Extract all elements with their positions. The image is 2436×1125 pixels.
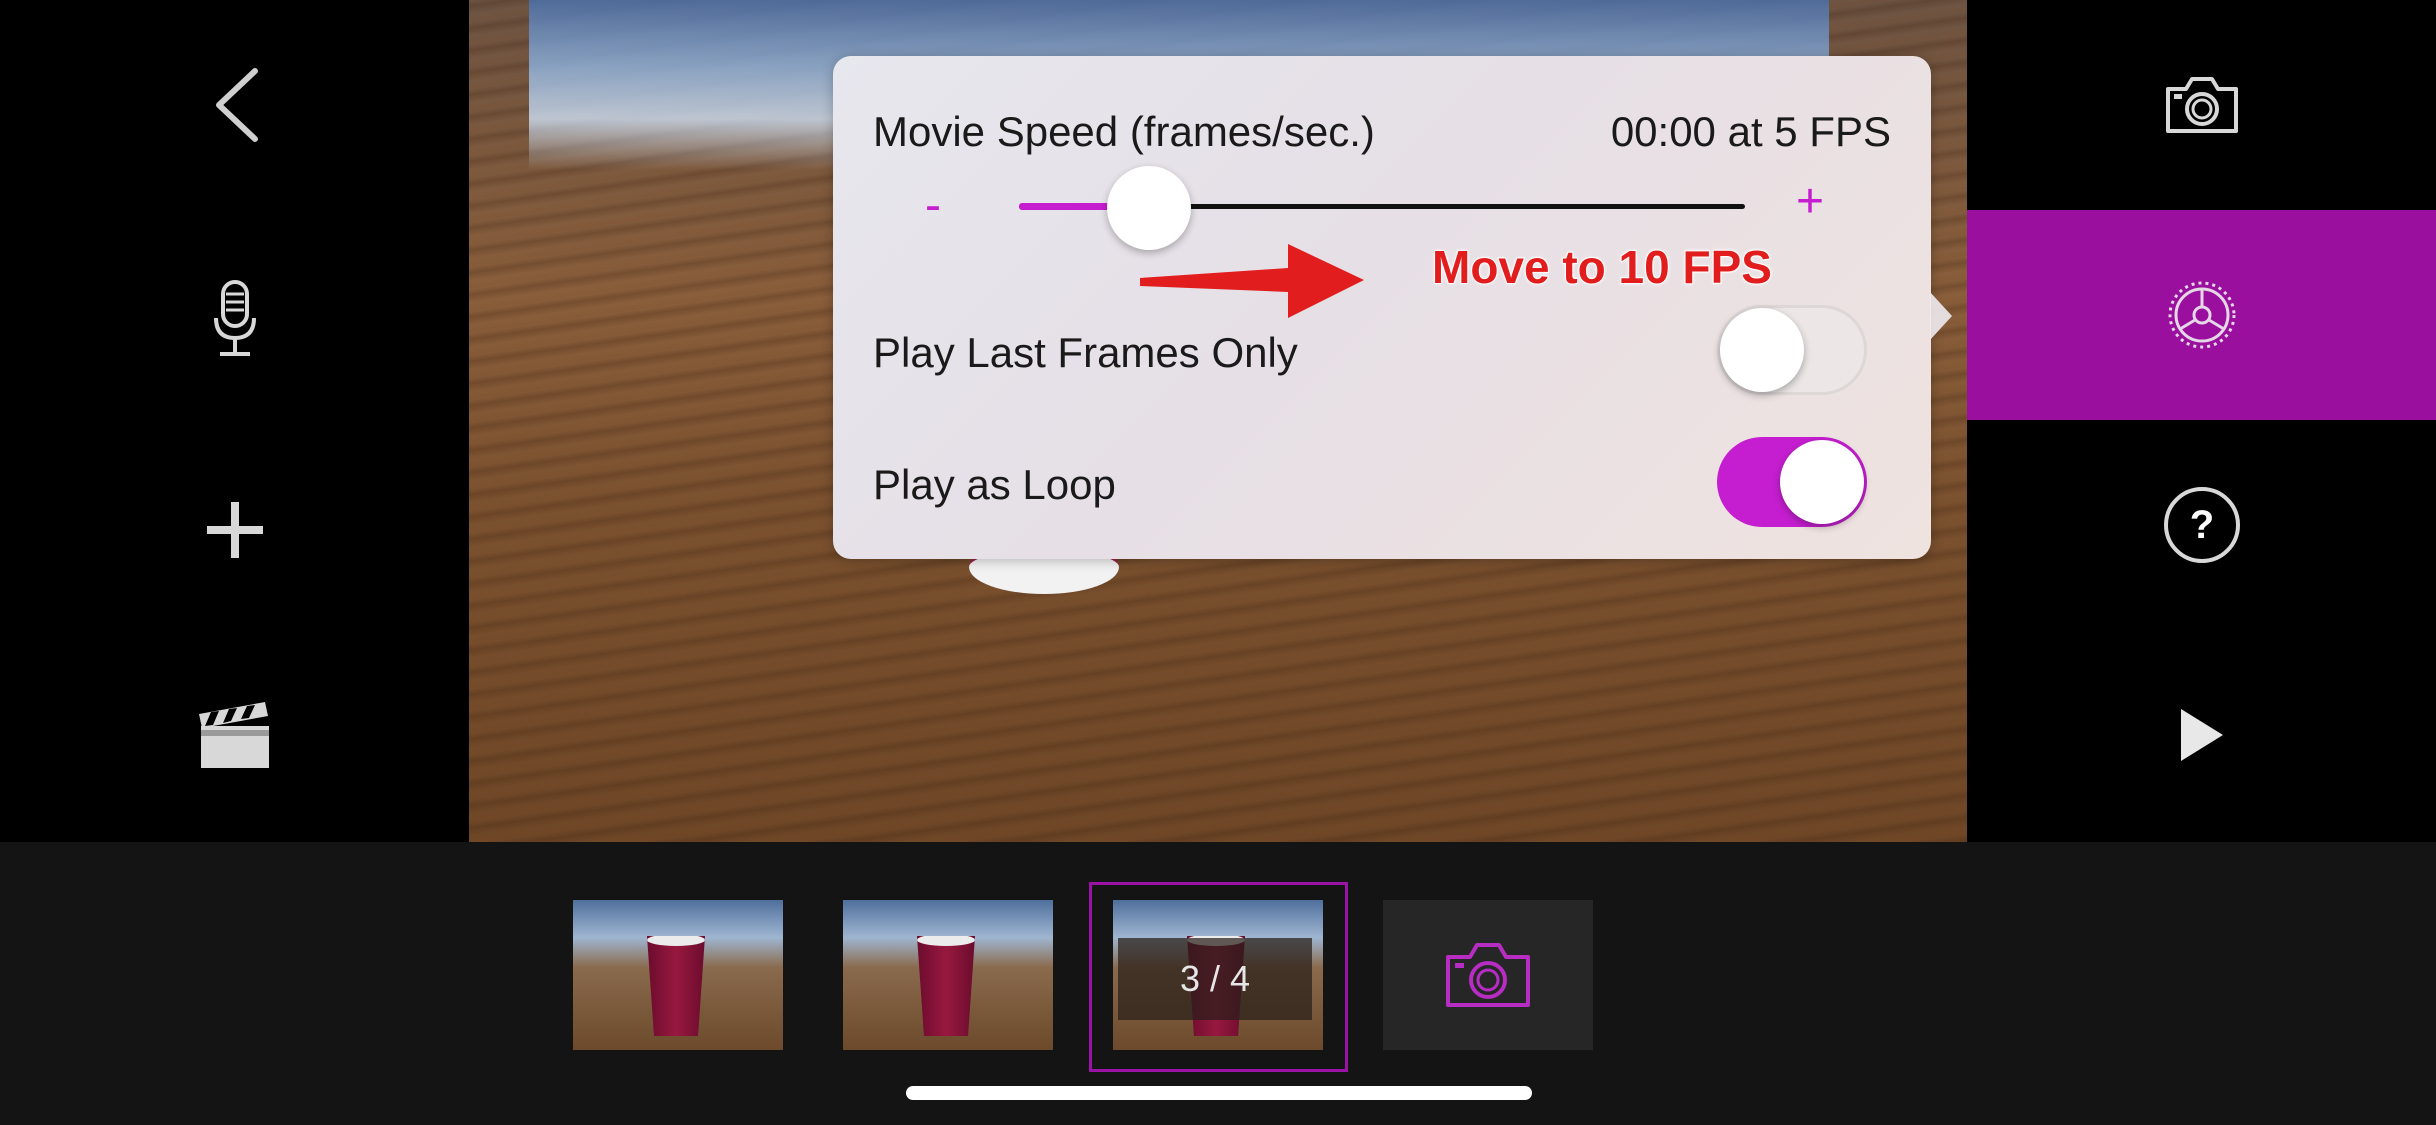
movie-speed-label: Movie Speed (frames/sec.) — [873, 108, 1375, 155]
cup-image — [917, 936, 975, 1036]
settings-panel: Movie Speed (frames/sec.) 00:00 at 5 FPS… — [833, 56, 1931, 559]
home-indicator[interactable] — [906, 1086, 1532, 1100]
clapperboard-icon — [199, 702, 269, 768]
camera-icon — [1446, 943, 1530, 1007]
camera-icon — [2166, 77, 2238, 133]
play-button[interactable] — [2132, 685, 2272, 785]
toggle-knob — [1720, 308, 1804, 392]
loop-label: Play as Loop — [873, 461, 1116, 508]
annotation-arrow — [1140, 244, 1364, 318]
help-glyph: ? — [2189, 502, 2215, 547]
annotation-text: Move to 10 FPS — [1431, 240, 1773, 294]
frame-thumbnail-2[interactable] — [843, 900, 1053, 1050]
frame-counter: 3 / 4 — [1118, 938, 1312, 1020]
settings-icon-wrap — [1967, 210, 2436, 420]
last-frames-toggle[interactable] — [1717, 305, 1867, 395]
frame-thumbnail-1[interactable] — [573, 900, 783, 1050]
speed-increase-button[interactable]: + — [1796, 174, 1824, 229]
microphone-icon — [214, 280, 256, 356]
plus-icon — [207, 502, 263, 558]
last-frames-label: Play Last Frames Only — [873, 329, 1298, 376]
play-icon — [2181, 709, 2223, 761]
settings-pointer — [1930, 292, 1952, 340]
add-frame-button[interactable] — [190, 485, 280, 575]
clapperboard-button[interactable] — [185, 690, 285, 780]
cup-image — [647, 936, 705, 1036]
settings-tab-active[interactable] — [1967, 210, 2436, 420]
new-frame-camera-tile[interactable] — [1383, 900, 1593, 1050]
speed-decrease-button[interactable]: - — [925, 178, 941, 233]
help-button[interactable]: ? — [2132, 475, 2272, 575]
toggle-knob — [1780, 440, 1864, 524]
back-button[interactable] — [196, 60, 276, 150]
right-toolbar: ? — [1967, 0, 2436, 842]
loop-toggle[interactable] — [1717, 437, 1867, 527]
chevron-left-icon — [216, 68, 258, 142]
settings-gear-icon — [2168, 281, 2235, 349]
microphone-button[interactable] — [190, 270, 280, 370]
movie-speed-value: 00:00 at 5 FPS — [1610, 108, 1891, 155]
left-toolbar — [0, 0, 469, 842]
capture-photo-button[interactable] — [2132, 55, 2272, 155]
